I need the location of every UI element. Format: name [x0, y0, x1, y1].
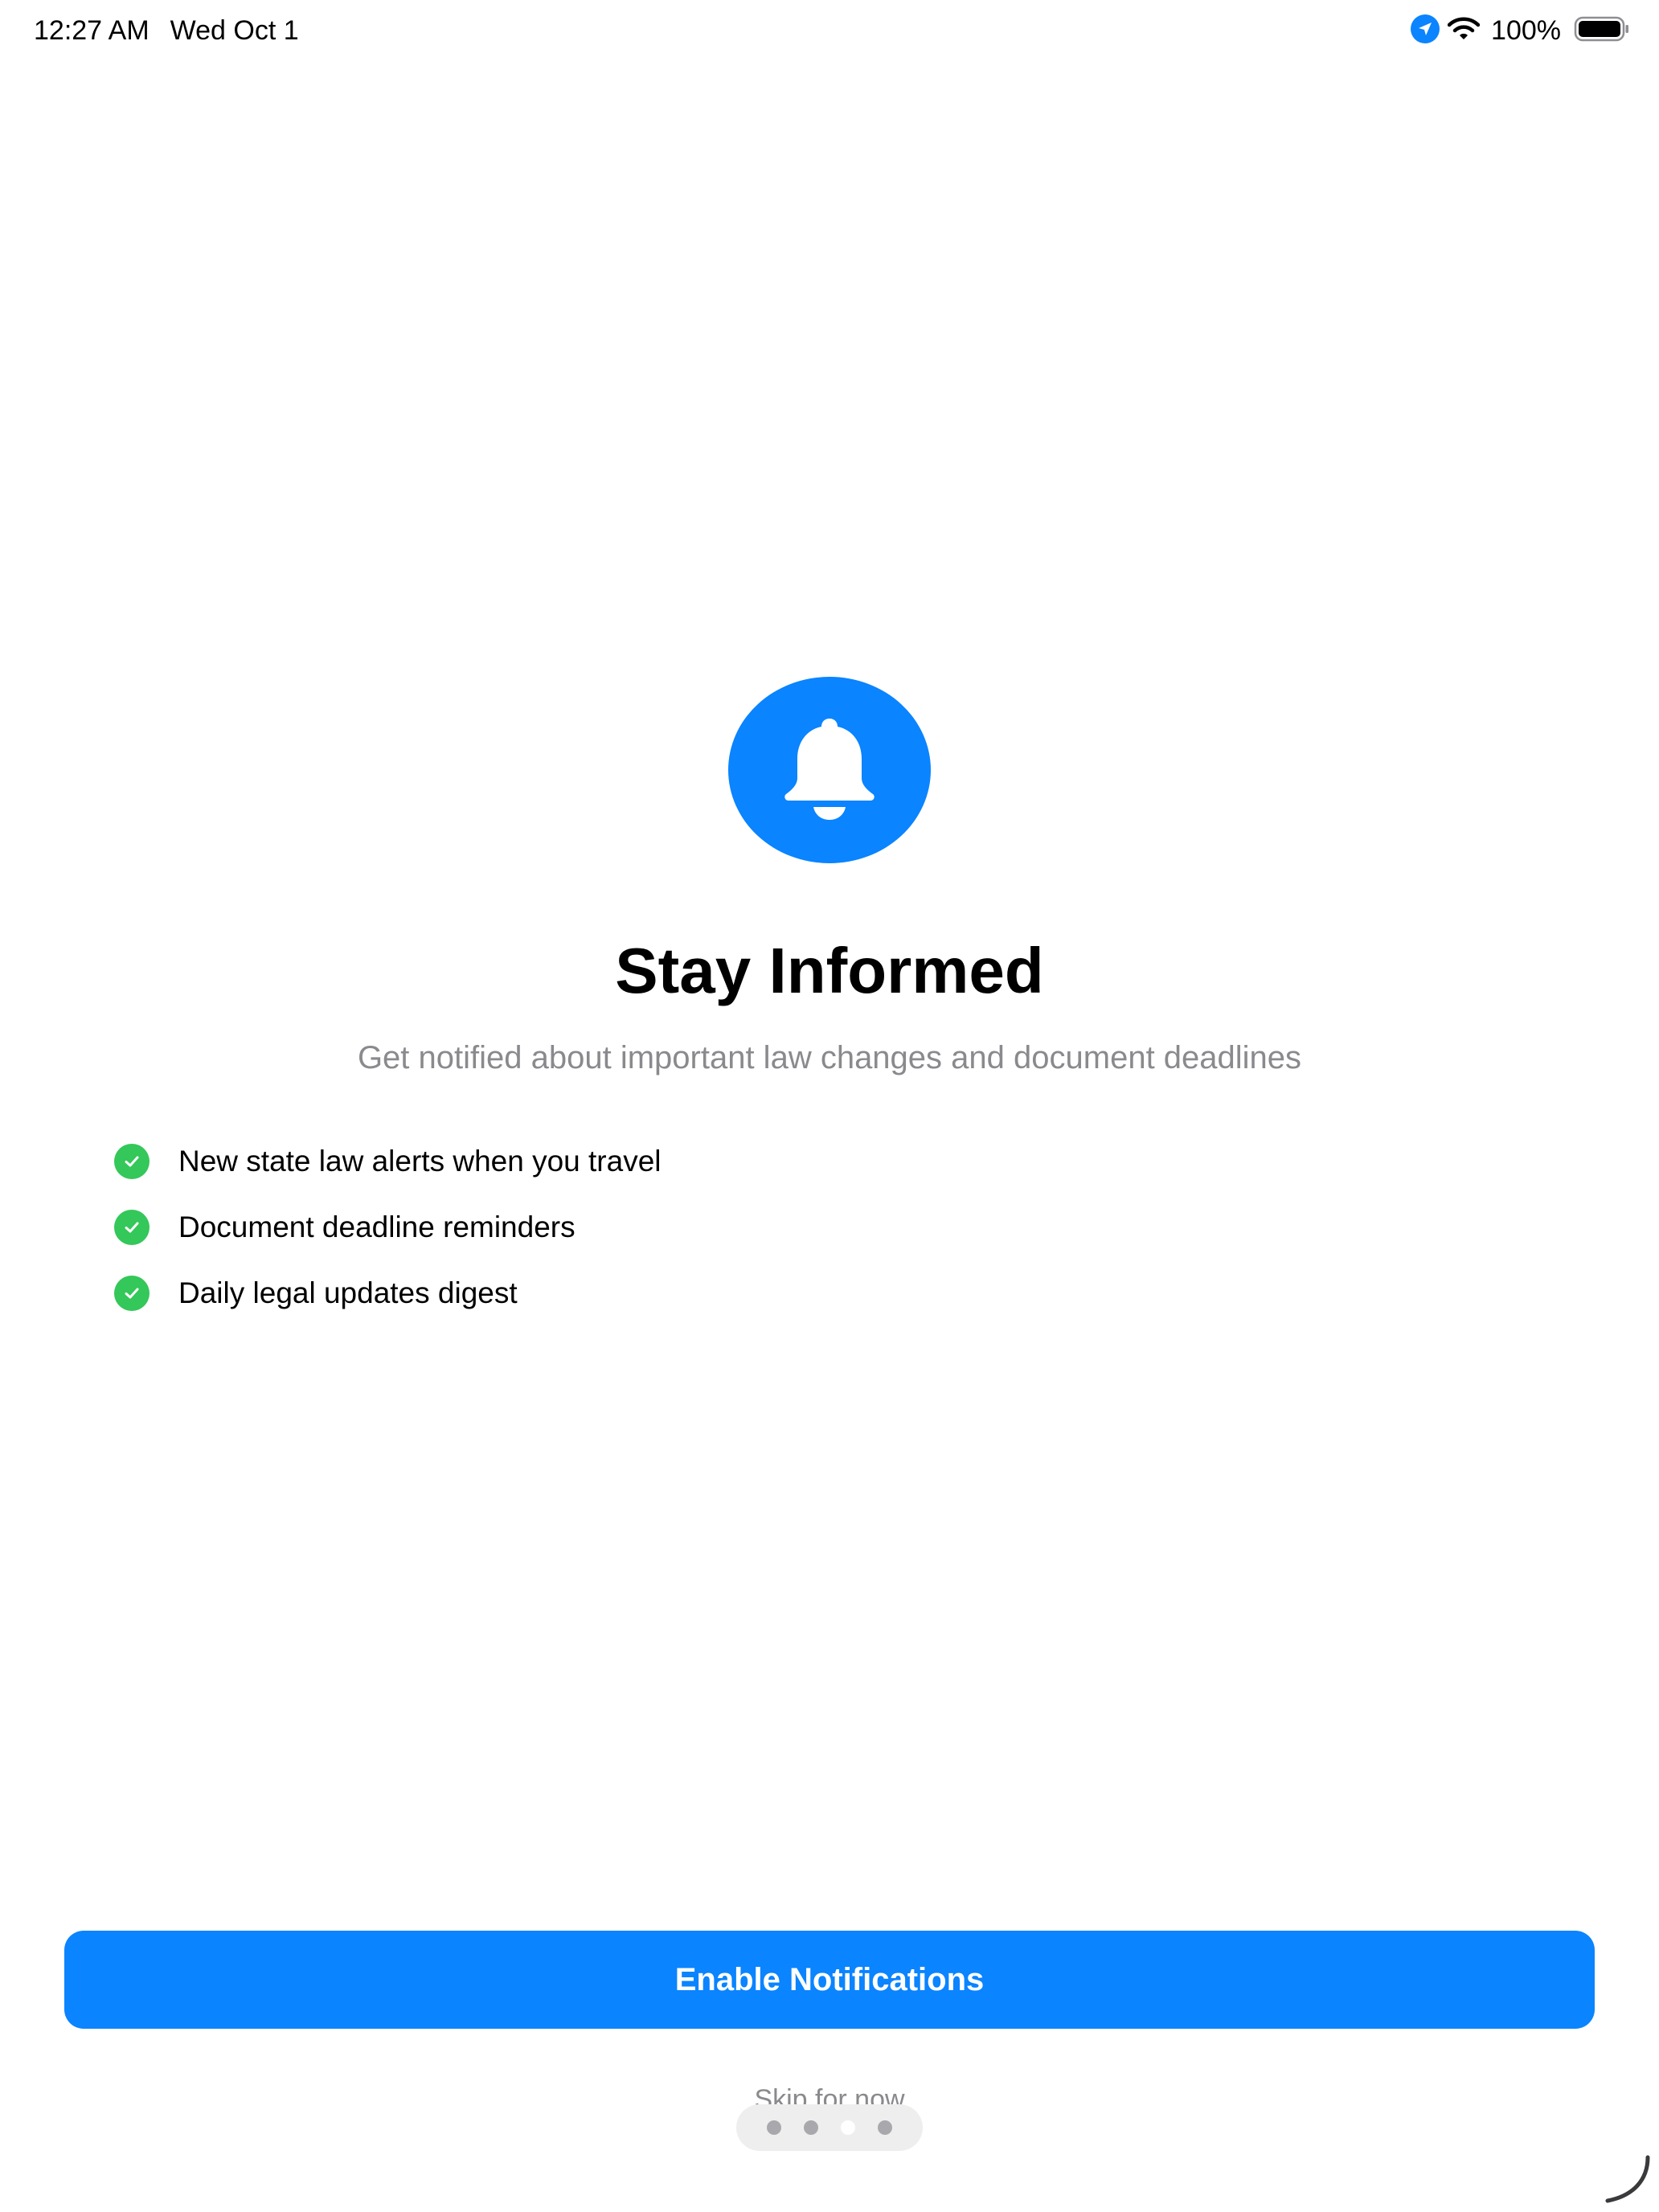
checkmark-circle-icon	[114, 1210, 150, 1245]
enable-notifications-button[interactable]: Enable Notifications	[64, 1931, 1595, 2029]
page-indicator[interactable]	[736, 2104, 923, 2151]
page-dot-current[interactable]	[841, 2120, 855, 2135]
checkmark-circle-icon	[114, 1144, 150, 1179]
battery-icon	[1574, 15, 1630, 47]
status-bar-left: 12:27 AM Wed Oct 1	[34, 13, 299, 48]
status-time: 12:27 AM	[34, 15, 150, 46]
page-dot[interactable]	[804, 2120, 818, 2135]
feature-label: Document deadline reminders	[178, 1210, 576, 1243]
battery-percentage: 100%	[1491, 15, 1561, 46]
onboarding-notifications-screen: 12:27 AM Wed Oct 1 100% Stay Informed Ge…	[0, 0, 1659, 2212]
checkmark-circle-icon	[114, 1276, 150, 1311]
page-dot[interactable]	[767, 2120, 781, 2135]
wifi-icon	[1447, 16, 1481, 46]
page-title: Stay Informed	[615, 935, 1044, 1006]
location-arrow-icon	[1411, 14, 1440, 47]
resize-corner-handle[interactable]	[1598, 2151, 1654, 2207]
feature-item: New state law alerts when you travel	[114, 1129, 662, 1194]
status-date: Wed Oct 1	[170, 15, 299, 46]
feature-list: New state law alerts when you travel Doc…	[114, 1129, 662, 1326]
feature-label: Daily legal updates digest	[178, 1276, 518, 1309]
feature-item: Daily legal updates digest	[114, 1260, 662, 1326]
bell-badge	[728, 677, 931, 863]
feature-item: Document deadline reminders	[114, 1194, 662, 1260]
bell-icon	[773, 712, 886, 829]
status-bar-right: 100%	[1411, 11, 1630, 50]
page-dot[interactable]	[878, 2120, 892, 2135]
feature-label: New state law alerts when you travel	[178, 1145, 662, 1178]
page-subtitle: Get notified about important law changes…	[357, 1040, 1302, 1075]
